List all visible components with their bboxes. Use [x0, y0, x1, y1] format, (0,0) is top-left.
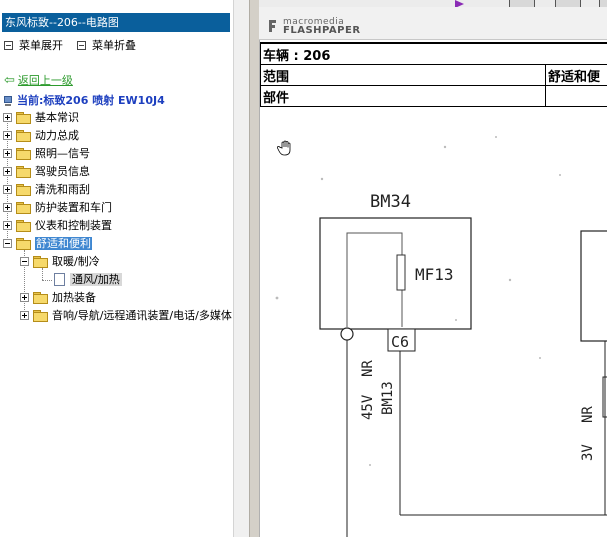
wire-label-bm13: BM13	[380, 381, 396, 415]
flashpaper-logo-icon	[269, 20, 276, 32]
box-bm34-label: BM34	[370, 192, 411, 212]
flashpaper-header: macromedia FLASHPAPER	[259, 7, 607, 40]
folder-icon	[16, 129, 31, 142]
collapse-all-icon	[77, 40, 86, 50]
menu-collapse-button[interactable]: 菜单折叠	[77, 39, 136, 53]
folder-icon	[16, 111, 31, 124]
collapse-icon[interactable]	[20, 256, 29, 266]
scope-cell: 范围	[260, 64, 546, 86]
computer-icon	[3, 95, 13, 107]
tree-item-comfort[interactable]: 舒适和便利	[3, 236, 92, 252]
wire-label-nr: NR	[360, 360, 376, 377]
scan-noise	[275, 136, 561, 466]
tree-item-heating-cooling[interactable]: 取暖/制冷	[20, 254, 100, 270]
menu-expand-button[interactable]: 菜单展开	[4, 39, 63, 53]
document-header-table: 车辆 : 206 范围 舒适和便 部件	[260, 42, 607, 107]
document-viewer: macromedia FLASHPAPER 车辆 : 206 范围 舒适和便 部…	[259, 0, 607, 537]
tree-item-label: 动力总成	[35, 129, 79, 142]
tree-item-heating-equipment[interactable]: 加热装备	[20, 290, 96, 306]
tree-item-label: 基本常识	[35, 111, 79, 124]
component-value-cell	[545, 85, 607, 107]
folder-icon	[16, 183, 31, 196]
connector-pin	[340, 327, 354, 341]
tree-item-ventilation[interactable]: 通风/加热	[54, 272, 122, 288]
component-cell: 部件	[260, 85, 546, 107]
tree-item-basics[interactable]: 基本常识	[3, 110, 79, 126]
tree-item-label: 照明—信号	[35, 147, 90, 160]
tree-item-driver-info[interactable]: 驾驶员信息	[3, 164, 90, 180]
connector-c6-label: C6	[391, 333, 409, 351]
navigation-pane: 东风标致--206--电路图 菜单展开 菜单折叠 ⇦ 返回上一级 当前:标致206…	[0, 0, 233, 537]
expand-icon[interactable]	[20, 310, 29, 320]
tree-item-label: 驾驶员信息	[35, 165, 90, 178]
current-vehicle: 当前:标致206 喷射 EW10J4	[3, 93, 165, 108]
tree-item-powertrain[interactable]: 动力总成	[3, 128, 79, 144]
nav-scrollbar[interactable]	[233, 0, 250, 537]
tree-item-instruments[interactable]: 仪表和控制装置	[3, 218, 112, 234]
inner-component-frame	[346, 232, 403, 327]
expand-icon[interactable]	[20, 292, 29, 302]
back-link-label: 返回上一级	[17, 74, 73, 87]
scope-value-cell: 舒适和便	[545, 64, 607, 86]
menu-collapse-label: 菜单折叠	[92, 39, 136, 52]
folder-icon	[16, 165, 31, 178]
tree-item-label: 仪表和控制装置	[35, 219, 112, 232]
hand-cursor-icon	[277, 140, 291, 156]
tree-connector-line	[42, 280, 52, 281]
folder-icon	[33, 309, 48, 322]
tree-item-label: 加热装备	[52, 291, 96, 304]
tree-item-lighting[interactable]: 照明—信号	[3, 146, 90, 162]
vehicle-cell: 车辆 : 206	[260, 42, 607, 65]
logo-text-bottom: FLASHPAPER	[283, 25, 361, 36]
back-arrow-icon: ⇦	[4, 73, 15, 88]
folder-icon	[16, 147, 31, 160]
tree-item-wipers[interactable]: 清洗和雨刮	[3, 182, 90, 198]
document-icon	[54, 272, 65, 286]
folder-open-icon	[16, 237, 31, 250]
expand-icon[interactable]	[3, 166, 12, 176]
expand-icon[interactable]	[3, 148, 12, 158]
tree-item-doors[interactable]: 防护装置和车门	[3, 200, 112, 216]
folder-icon	[16, 219, 31, 232]
fuse-symbol	[396, 254, 406, 291]
expand-icon[interactable]	[3, 130, 12, 140]
back-link[interactable]: ⇦ 返回上一级	[4, 74, 73, 88]
mf13-label: MF13	[415, 265, 454, 284]
wire-label-45v: 45V	[360, 394, 376, 420]
document-page[interactable]: 车辆 : 206 范围 舒适和便 部件 BM34 MF13 C6 NR 45V …	[260, 40, 607, 537]
current-vehicle-label: 当前:标致206 喷射 EW10J4	[17, 94, 165, 107]
tree-item-label: 舒适和便利	[35, 237, 92, 250]
tree-item-label: 音响/导航/远程通讯装置/电话/多媒体	[52, 309, 232, 322]
right-partial-box	[580, 230, 607, 342]
tree-item-audio-nav[interactable]: 音响/导航/远程通讯装置/电话/多媒体	[20, 308, 232, 324]
folder-icon	[16, 201, 31, 214]
folder-open-icon	[33, 255, 48, 268]
pane-title: 东风标致--206--电路图	[2, 13, 230, 32]
tree-item-label: 清洗和雨刮	[35, 183, 90, 196]
expand-all-icon	[4, 40, 13, 50]
right-wire-label-3v: 3V	[580, 444, 596, 461]
wiring-diagram: BM34 MF13 C6 NR 45V BM13 NR 3V	[275, 136, 607, 537]
collapse-icon[interactable]	[3, 238, 12, 248]
tree-item-label: 通风/加热	[70, 273, 122, 286]
menu-expand-label: 菜单展开	[19, 39, 63, 52]
expand-icon[interactable]	[3, 112, 12, 122]
tree-item-label: 防护装置和车门	[35, 201, 112, 214]
expand-icon[interactable]	[3, 220, 12, 230]
folder-icon	[33, 291, 48, 304]
tree-item-label: 取暖/制冷	[52, 255, 100, 268]
viewer-toolbar	[259, 0, 607, 9]
expand-icon[interactable]	[3, 184, 12, 194]
right-wire-label-nr: NR	[580, 406, 596, 423]
expand-icon[interactable]	[3, 202, 12, 212]
